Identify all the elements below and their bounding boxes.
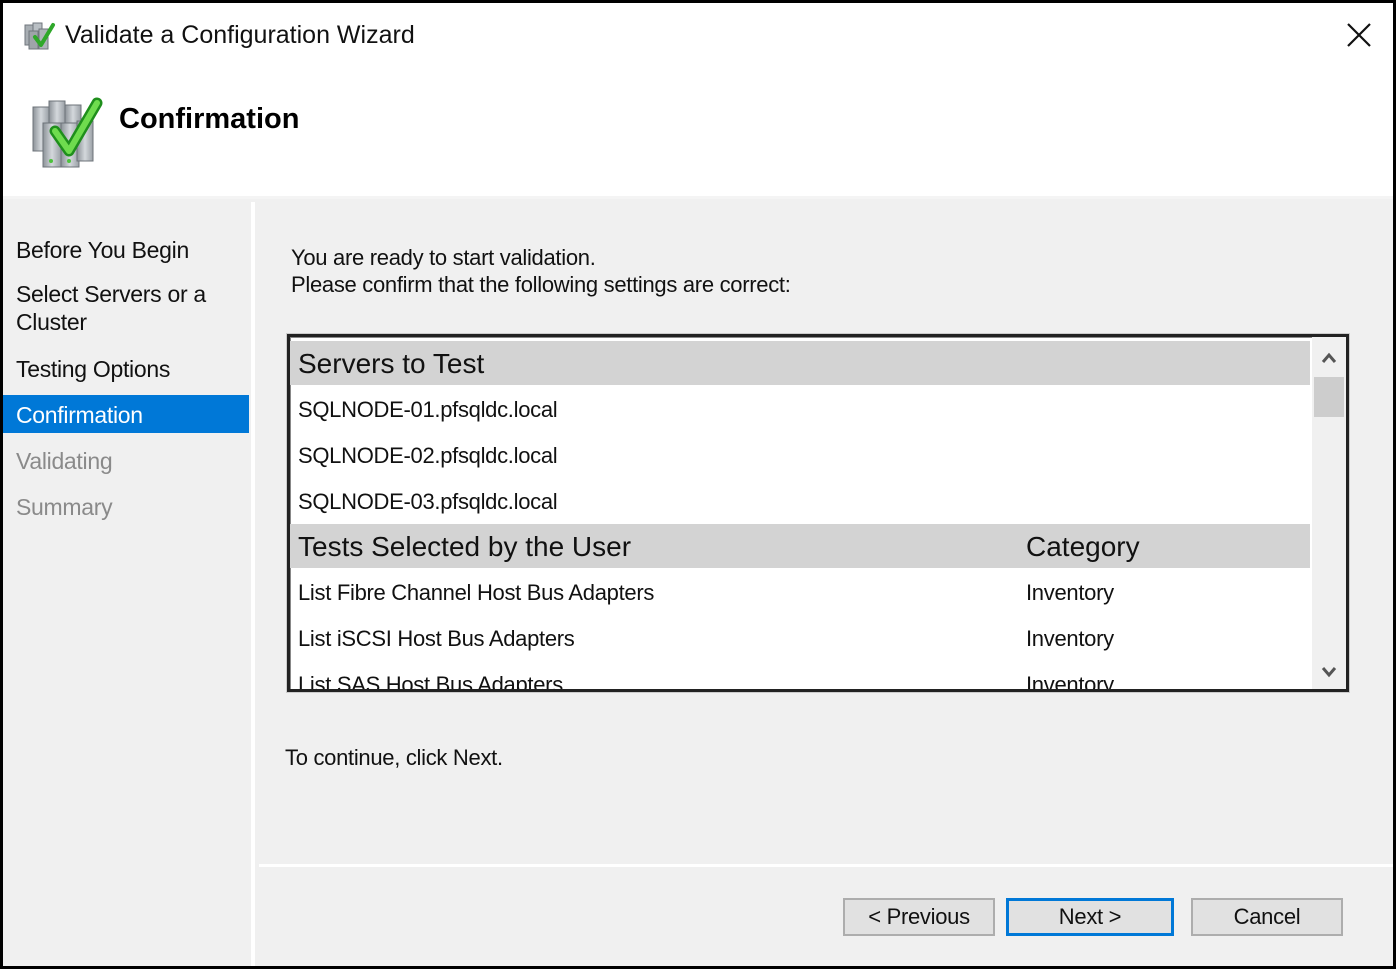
intro-line-1: You are ready to start validation. bbox=[291, 245, 596, 270]
test-name: List iSCSI Host Bus Adapters bbox=[298, 626, 575, 651]
test-row: List Fibre Channel Host Bus Adapters Inv… bbox=[298, 570, 1308, 616]
listbox-content: Servers to Test SQLNODE-01.pfsqldc.local… bbox=[290, 337, 1310, 689]
wizard-footer: < Previous Next > Cancel bbox=[259, 864, 1393, 966]
continue-instruction: To continue, click Next. bbox=[285, 745, 503, 770]
window-title: Validate a Configuration Wizard bbox=[65, 21, 415, 49]
next-button[interactable]: Next > bbox=[1006, 898, 1174, 936]
category-header-label: Category bbox=[1026, 531, 1140, 562]
test-category: Inventory bbox=[1026, 580, 1114, 605]
tests-header-label: Tests Selected by the User bbox=[298, 531, 632, 562]
chevron-down-icon bbox=[1321, 667, 1337, 678]
vertical-scrollbar[interactable] bbox=[1312, 337, 1346, 689]
previous-button[interactable]: < Previous bbox=[843, 898, 995, 936]
scroll-thumb[interactable] bbox=[1314, 377, 1344, 417]
step-before-you-begin[interactable]: Before You Begin bbox=[3, 236, 249, 264]
test-row: List SAS Host Bus Adapters Inventory bbox=[298, 662, 1308, 689]
test-row: List iSCSI Host Bus Adapters Inventory bbox=[298, 616, 1308, 662]
title-bar: Validate a Configuration Wizard bbox=[3, 3, 1393, 67]
servers-checkmark-icon bbox=[29, 97, 105, 169]
server-row: SQLNODE-01.pfsqldc.local bbox=[298, 397, 558, 422]
wizard-steps-sidebar: Before You Begin Select Servers or a Clu… bbox=[3, 202, 255, 966]
test-category: Inventory bbox=[1026, 672, 1114, 689]
intro-line-2: Please confirm that the following settin… bbox=[291, 272, 791, 297]
test-name: List SAS Host Bus Adapters bbox=[298, 672, 563, 689]
content-panel: You are ready to start validation. Pleas… bbox=[259, 202, 1393, 864]
step-select-servers[interactable]: Select Servers or a Cluster bbox=[3, 280, 223, 336]
server-row: SQLNODE-03.pfsqldc.local bbox=[298, 489, 558, 514]
server-row: SQLNODE-02.pfsqldc.local bbox=[298, 443, 558, 468]
page-title: Confirmation bbox=[119, 103, 300, 135]
test-name: List Fibre Channel Host Bus Adapters bbox=[298, 580, 655, 605]
intro-text: You are ready to start validation. Pleas… bbox=[291, 244, 791, 298]
step-validating: Validating bbox=[16, 448, 113, 474]
servers-header-label: Servers to Test bbox=[298, 348, 485, 379]
step-summary: Summary bbox=[16, 494, 113, 520]
step-confirmation[interactable]: Confirmation bbox=[3, 395, 249, 433]
validate-wizard-icon bbox=[23, 21, 57, 51]
test-category: Inventory bbox=[1026, 626, 1114, 651]
scroll-down-button[interactable] bbox=[1312, 655, 1346, 689]
tests-section-header: Tests Selected by the User Category bbox=[290, 524, 1310, 568]
wizard-window: Validate a Configuration Wizard Confirma… bbox=[0, 0, 1396, 969]
servers-section-header: Servers to Test bbox=[290, 341, 1310, 385]
step-testing-options[interactable]: Testing Options bbox=[3, 355, 249, 383]
cancel-button[interactable]: Cancel bbox=[1191, 898, 1343, 936]
wizard-header: Confirmation bbox=[3, 67, 1393, 199]
close-icon bbox=[1347, 23, 1371, 47]
close-button[interactable] bbox=[1339, 17, 1379, 53]
scroll-up-button[interactable] bbox=[1312, 341, 1346, 375]
confirmation-listbox[interactable]: Servers to Test SQLNODE-01.pfsqldc.local… bbox=[287, 334, 1349, 692]
chevron-up-icon bbox=[1321, 352, 1337, 363]
